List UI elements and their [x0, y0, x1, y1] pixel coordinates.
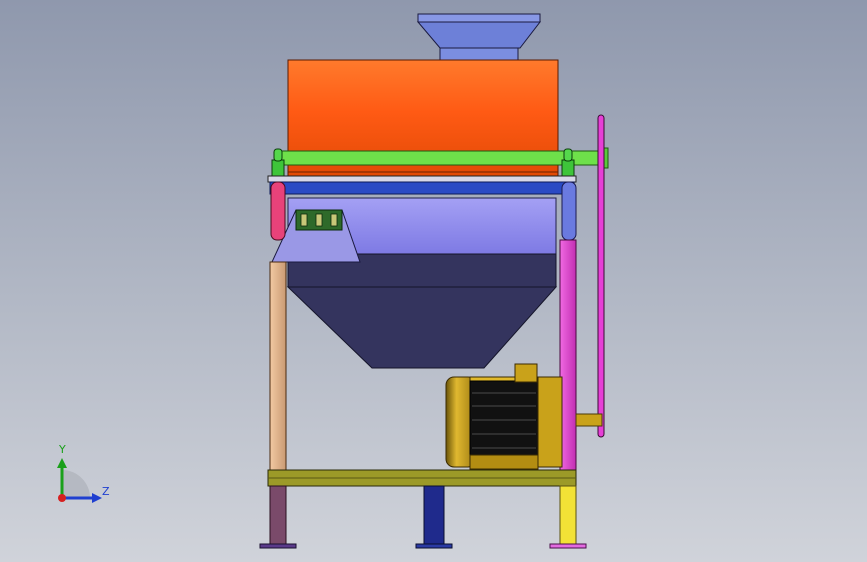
bearing-left [271, 148, 285, 179]
drum-shaft[interactable] [275, 147, 609, 169]
orientation-triad [57, 458, 102, 503]
base-rail[interactable] [267, 469, 577, 487]
triad-y-label: Y [59, 443, 66, 456]
electric-motor[interactable] [445, 363, 563, 470]
frame-foot-center [415, 485, 453, 549]
bearing-right [561, 148, 575, 179]
triad-z-label: Z [102, 485, 110, 498]
frame-foot-right [549, 485, 587, 549]
machine-model[interactable] [0, 0, 867, 562]
cad-viewport[interactable]: Y Z [0, 0, 867, 562]
frame-post-left[interactable] [269, 181, 287, 471]
feed-hopper[interactable] [416, 13, 542, 65]
frame-foot-left [259, 485, 297, 549]
frame-top-rail[interactable] [267, 175, 577, 195]
